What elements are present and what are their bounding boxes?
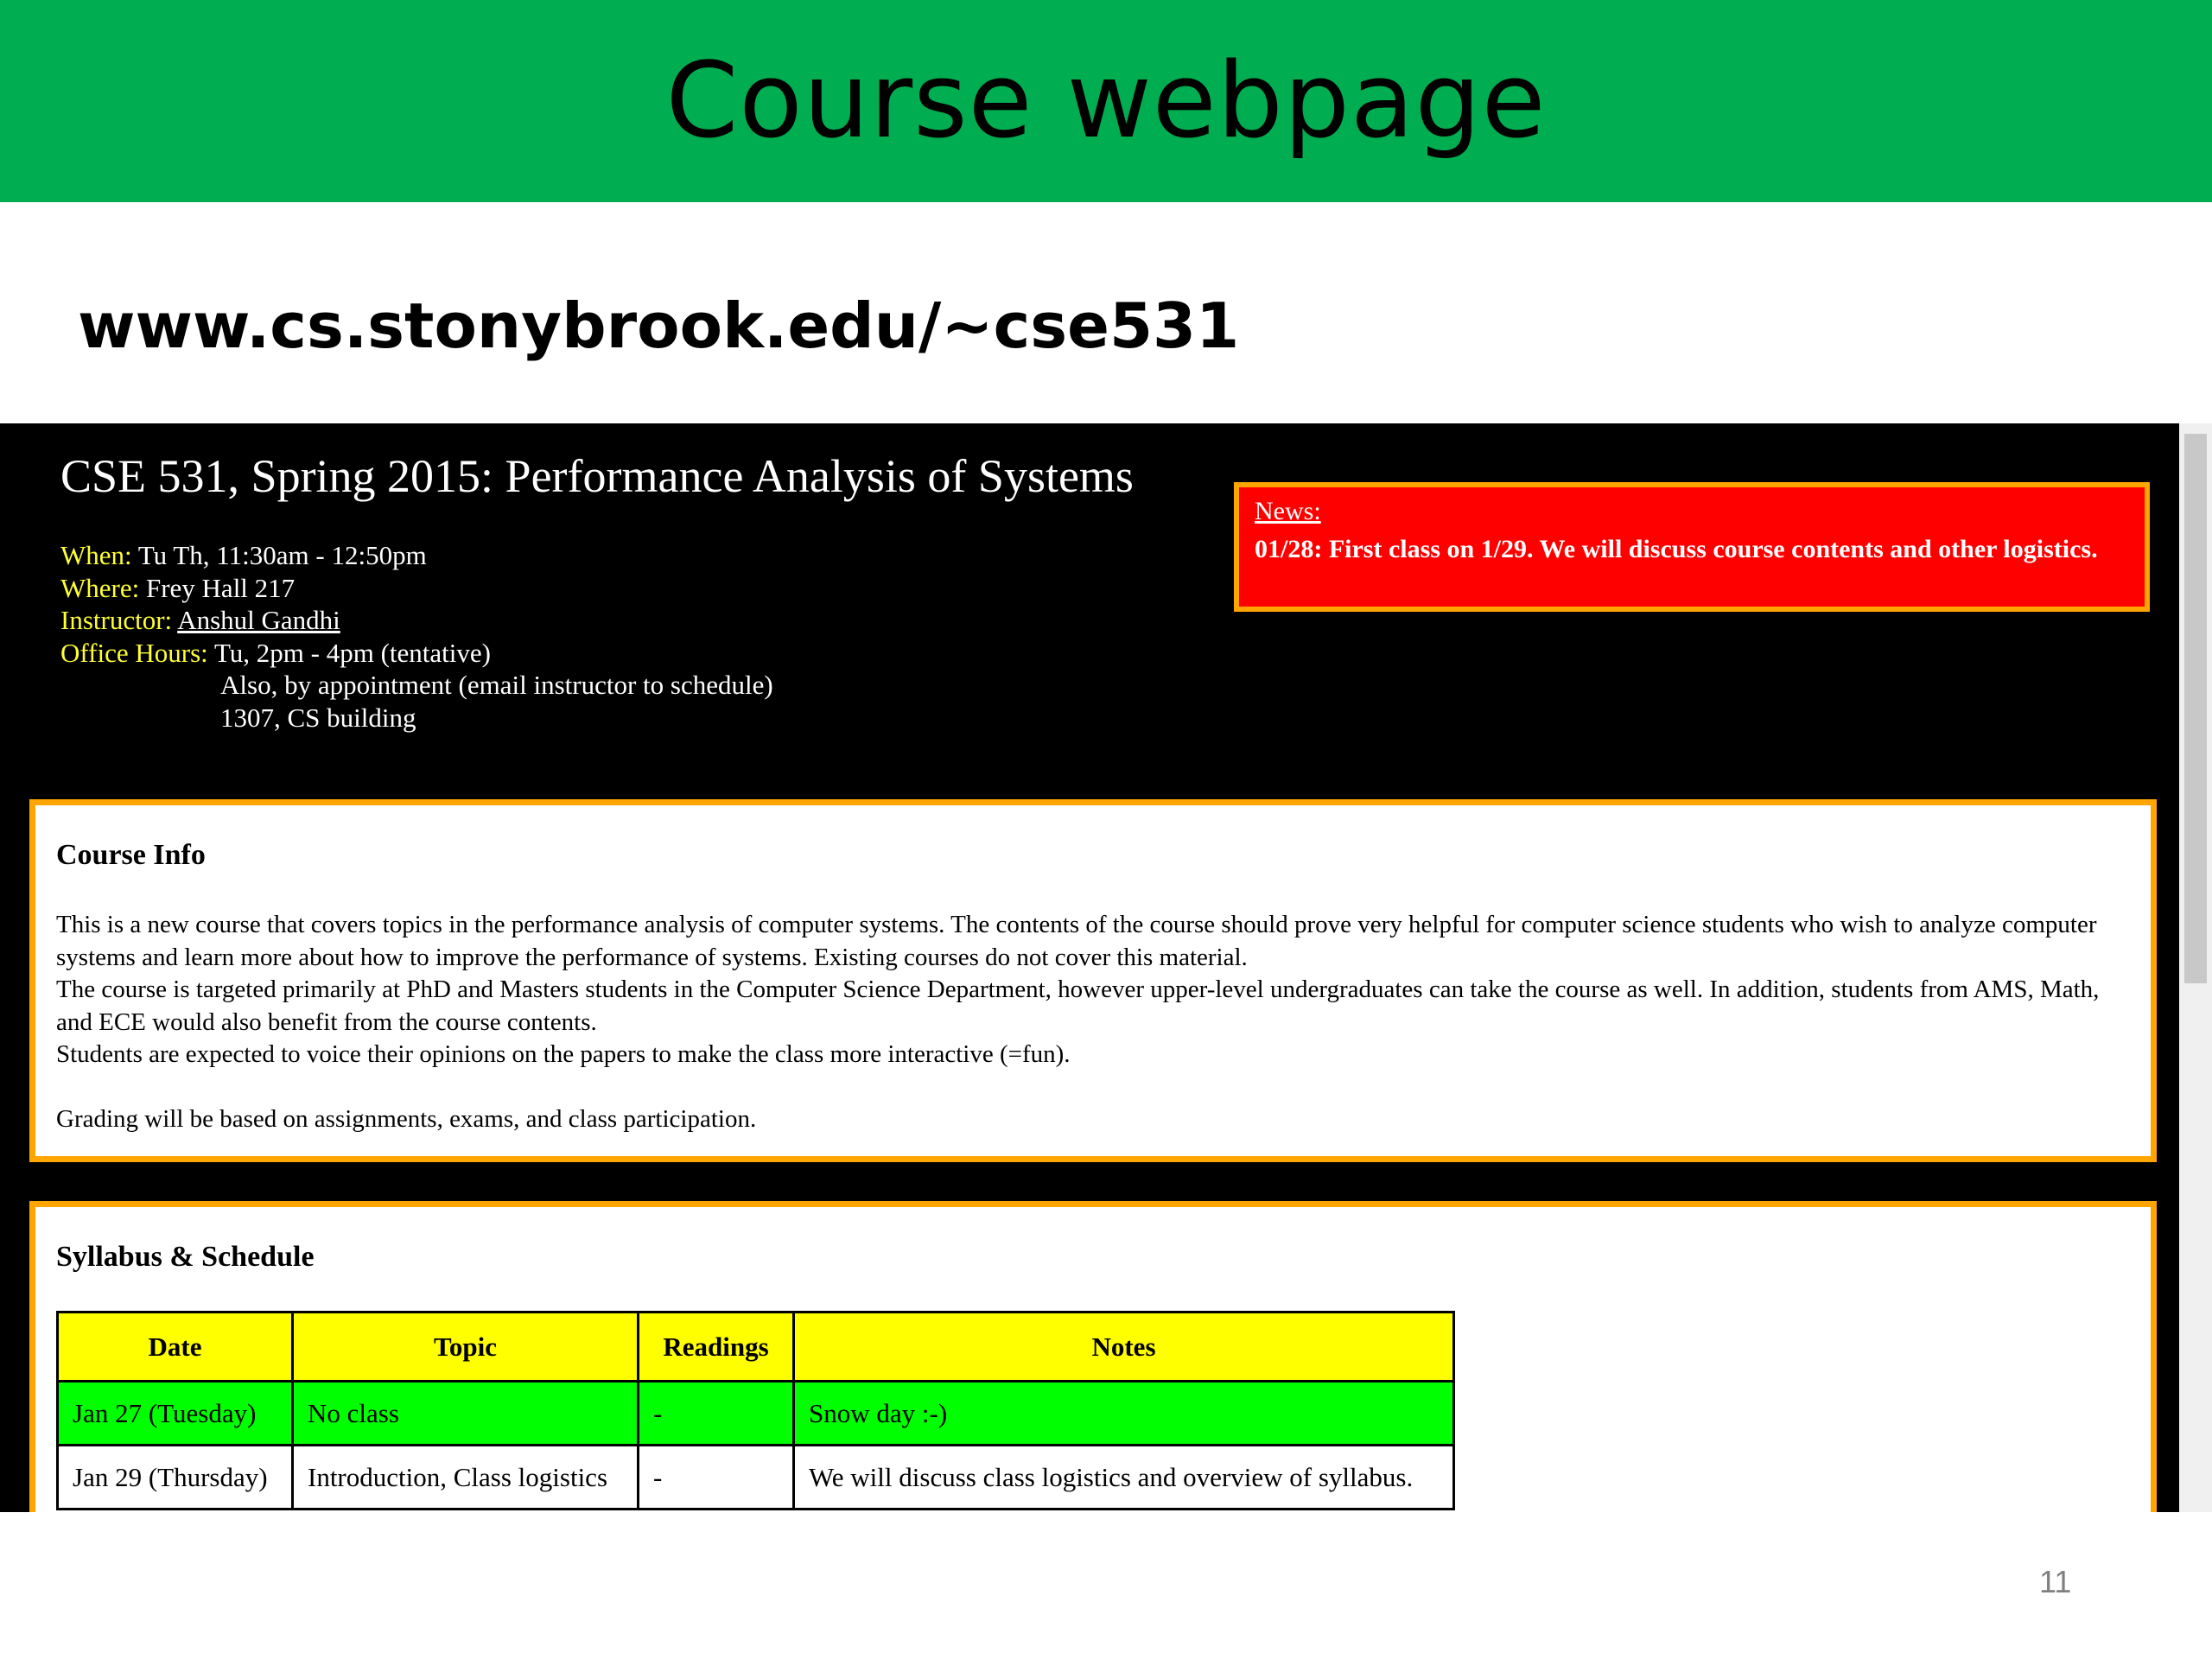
cell-date: Jan 29 (Thursday) bbox=[56, 1444, 294, 1510]
instructor-label: Instructor: bbox=[60, 605, 173, 635]
news-heading: News: bbox=[1255, 497, 1321, 525]
course-details: When: Tu Th, 11:30am - 12:50pm Where: Fr… bbox=[60, 539, 773, 734]
when-label: When: bbox=[60, 540, 132, 570]
cell-readings: - bbox=[637, 1380, 795, 1446]
course-info-panel: Course Info This is a new course that co… bbox=[29, 799, 2157, 1162]
office-hours-line: Office Hours: Tu, 2pm - 4pm (tentative) bbox=[60, 637, 773, 670]
cell-date: Jan 27 (Tuesday) bbox=[56, 1380, 294, 1446]
scrollbar[interactable] bbox=[2179, 423, 2212, 1512]
schedule-table: Date Topic Readings Notes Jan 27 (Tuesda… bbox=[56, 1311, 1455, 1510]
scrollbar-thumb[interactable] bbox=[2184, 434, 2207, 983]
grading-paragraph: Grading will be based on assignments, ex… bbox=[56, 1104, 757, 1133]
table-row: Jan 29 (Thursday) Introduction, Class lo… bbox=[56, 1444, 1455, 1510]
cell-readings: - bbox=[637, 1444, 795, 1510]
office-hours-appointment: Also, by appointment (email instructor t… bbox=[220, 670, 773, 700]
table-row: Jan 27 (Tuesday) No class - Snow day :-) bbox=[56, 1380, 1455, 1446]
slide-title: Course webpage bbox=[665, 41, 1547, 162]
page-number: 11 bbox=[2039, 1564, 2072, 1599]
course-info-body: This is a new course that covers topics … bbox=[56, 909, 2130, 1135]
cell-notes: We will discuss class logistics and over… bbox=[792, 1444, 1455, 1510]
course-url: www.cs.stonybrook.edu/~cse531 bbox=[78, 289, 1240, 362]
cell-topic: No class bbox=[291, 1380, 639, 1446]
news-box: News: 01/28: First class on 1/29. We wil… bbox=[1234, 482, 2150, 612]
table-header-row: Date Topic Readings Notes bbox=[56, 1311, 1455, 1382]
column-header-notes: Notes bbox=[792, 1311, 1455, 1382]
course-info-paragraph: The course is targeted primarily at PhD … bbox=[56, 976, 2100, 1036]
column-header-topic: Topic bbox=[291, 1311, 639, 1382]
column-header-date: Date bbox=[56, 1311, 294, 1382]
where-value: Frey Hall 217 bbox=[139, 572, 296, 603]
instructor-line: Instructor: Anshul Gandhi bbox=[60, 604, 773, 637]
cell-topic: Introduction, Class logistics bbox=[291, 1444, 639, 1510]
syllabus-panel: Syllabus & Schedule Date Topic Readings … bbox=[29, 1201, 2157, 1512]
where-label: Where: bbox=[60, 572, 140, 603]
slide: Course webpage www.cs.stonybrook.edu/~cs… bbox=[0, 0, 2212, 1659]
when-value: Tu Th, 11:30am - 12:50pm bbox=[131, 540, 427, 570]
course-info-paragraph: Students are expected to voice their opi… bbox=[56, 1040, 1071, 1068]
office-location: 1307, CS building bbox=[220, 702, 416, 733]
course-info-paragraph: This is a new course that covers topics … bbox=[56, 911, 2097, 971]
where-line: Where: Frey Hall 217 bbox=[60, 572, 773, 605]
instructor-link[interactable]: Anshul Gandhi bbox=[177, 605, 340, 635]
course-info-heading: Course Info bbox=[56, 839, 206, 871]
news-text: 01/28: First class on 1/29. We will disc… bbox=[1255, 535, 2098, 563]
office-hours-label: Office Hours: bbox=[60, 637, 208, 668]
when-line: When: Tu Th, 11:30am - 12:50pm bbox=[60, 539, 773, 572]
course-webpage-screenshot: CSE 531, Spring 2015: Performance Analys… bbox=[0, 423, 2212, 1512]
title-bar: Course webpage bbox=[0, 0, 2212, 202]
cell-notes: Snow day :-) bbox=[792, 1380, 1455, 1446]
course-title: CSE 531, Spring 2015: Performance Analys… bbox=[60, 450, 1134, 502]
syllabus-heading: Syllabus & Schedule bbox=[56, 1241, 315, 1273]
column-header-readings: Readings bbox=[637, 1311, 795, 1382]
office-hours-value: Tu, 2pm - 4pm (tentative) bbox=[207, 637, 491, 668]
